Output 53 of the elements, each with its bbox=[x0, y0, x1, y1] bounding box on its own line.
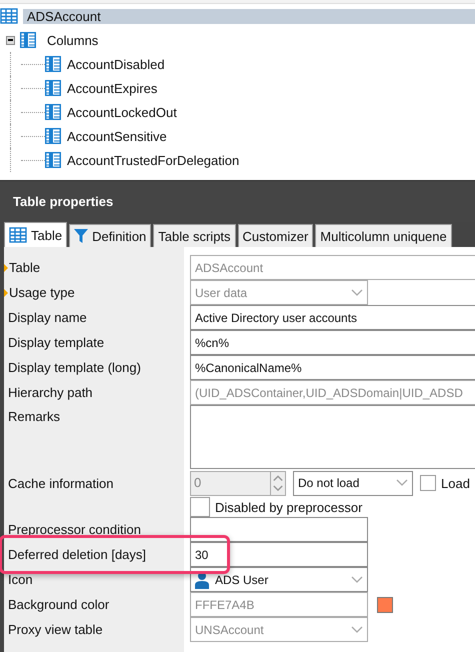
table-icon bbox=[9, 227, 27, 243]
column-icon bbox=[45, 56, 61, 72]
text-field[interactable] bbox=[190, 517, 368, 542]
collapse-icon[interactable] bbox=[6, 36, 15, 44]
chevron-down-icon bbox=[351, 626, 363, 634]
tab[interactable]: Table scripts bbox=[153, 224, 236, 247]
text-field[interactable]: Active Directory user accounts bbox=[190, 305, 475, 330]
column-icon bbox=[45, 104, 61, 120]
column-icon bbox=[45, 128, 61, 144]
tree-item[interactable]: AccountSensitive bbox=[67, 128, 167, 144]
color-swatch[interactable] bbox=[377, 596, 393, 612]
text-field[interactable]: %cn% bbox=[190, 330, 475, 355]
text-field[interactable]: 30 bbox=[190, 542, 368, 567]
tab[interactable]: Customizer bbox=[238, 224, 314, 247]
tab[interactable]: Multicolumn uniquene bbox=[315, 224, 452, 247]
tree-item[interactable]: AccountLockedOut bbox=[67, 104, 177, 120]
chevron-down-icon bbox=[396, 479, 408, 487]
property-label: Proxy view table bbox=[8, 622, 103, 637]
property-label: Cache information bbox=[8, 476, 114, 490]
panel-title: Table properties bbox=[13, 194, 114, 209]
property-label: Background color bbox=[8, 597, 110, 612]
tree-item[interactable]: AccountTrustedForDelegation bbox=[67, 152, 240, 168]
column-icon bbox=[45, 80, 61, 96]
dropdown[interactable]: ADS User bbox=[190, 567, 368, 592]
property-label: Preprocessor condition bbox=[8, 522, 141, 537]
tree-item[interactable]: Columns bbox=[47, 32, 98, 48]
checkbox[interactable] bbox=[190, 497, 210, 517]
tree-item[interactable]: ADSAccount bbox=[23, 8, 475, 24]
property-label: Remarks bbox=[8, 409, 60, 424]
text-field[interactable]: %CanonicalName% bbox=[190, 355, 475, 380]
checkbox[interactable] bbox=[420, 475, 436, 491]
tree-item[interactable]: AccountDisabled bbox=[67, 56, 165, 72]
checkbox-label: Load bbox=[441, 476, 470, 490]
chevron-down-icon bbox=[351, 288, 363, 296]
column-icon bbox=[45, 152, 61, 168]
property-label: Display template bbox=[8, 335, 104, 350]
chevron-down-icon bbox=[351, 576, 363, 584]
property-label: Display template (long) bbox=[8, 360, 141, 375]
property-label: Usage type bbox=[9, 285, 75, 300]
property-label: Icon bbox=[8, 572, 33, 587]
checkbox-label: Disabled by preprocessor bbox=[215, 500, 362, 514]
property-label: Deferred deletion [days] bbox=[8, 547, 146, 562]
property-label: Hierarchy path bbox=[8, 385, 93, 400]
column-icon bbox=[20, 32, 36, 48]
property-label: Display name bbox=[8, 310, 87, 325]
tab[interactable]: Table bbox=[4, 222, 68, 247]
property-label: Table bbox=[9, 260, 40, 275]
tree-item[interactable]: AccountExpires bbox=[67, 80, 158, 96]
dropdown[interactable]: Do not load bbox=[293, 470, 413, 496]
text-field[interactable]: FFFE7A4B bbox=[190, 592, 368, 617]
filter-icon bbox=[74, 229, 88, 243]
tab[interactable]: Definition bbox=[69, 224, 152, 247]
remarks-field[interactable] bbox=[190, 405, 475, 469]
